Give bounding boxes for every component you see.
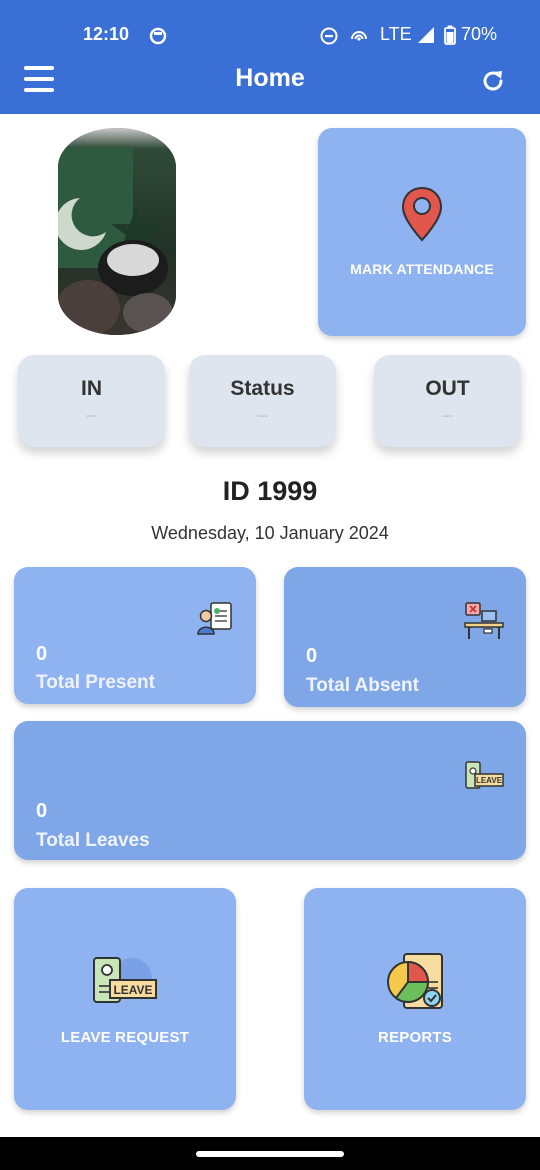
leave-request-button[interactable]: LEAVE LEAVE REQUEST: [14, 888, 236, 1110]
hotspot-icon: [351, 31, 367, 41]
total-leaves-card[interactable]: LEAVE 0 Total Leaves: [14, 721, 526, 860]
leave-request-icon: LEAVE: [93, 957, 157, 1003]
check-out-value: ---: [442, 410, 453, 422]
status-bar: 12:10 LTE 70%: [0, 0, 540, 54]
refresh-icon[interactable]: [480, 68, 506, 94]
absent-count: 0: [306, 645, 318, 667]
notification-icon: [149, 27, 167, 45]
check-in-title: IN: [81, 377, 102, 400]
reports-icon: [387, 953, 443, 1009]
signal-icon: [418, 27, 434, 43]
present-employee-icon: [197, 602, 232, 635]
current-date: Wednesday, 10 January 2024: [151, 523, 389, 543]
leaves-count: 0: [36, 800, 48, 822]
leave-request-label: LEAVE REQUEST: [60, 1029, 190, 1046]
app-bar: Home: [0, 54, 540, 114]
status-value: ---: [257, 410, 268, 422]
leaves-badge-icon: LEAVE: [465, 761, 504, 789]
check-out-title: OUT: [425, 377, 470, 400]
user-id: ID 1999: [222, 476, 318, 506]
battery-percent: 70%: [461, 24, 498, 44]
mark-attendance-label: MARK ATTENDANCE: [350, 261, 494, 277]
check-out-chip: OUT ---: [374, 355, 521, 447]
network-label: LTE: [380, 24, 412, 44]
svg-text:LEAVE: LEAVE: [476, 776, 503, 785]
system-nav-bar: [0, 1137, 540, 1170]
status-chip: Status ---: [189, 355, 336, 447]
absent-label: Total Absent: [306, 675, 419, 696]
absent-desk-icon: [464, 602, 504, 639]
reports-label: REPORTS: [378, 1029, 452, 1046]
check-in-chip: IN ---: [18, 355, 165, 447]
battery-icon: [444, 25, 456, 45]
page-title: Home: [235, 64, 305, 92]
present-label: Total Present: [36, 672, 155, 693]
present-count: 0: [36, 643, 48, 665]
total-absent-card[interactable]: 0 Total Absent: [284, 567, 526, 707]
location-pin-icon: [401, 186, 443, 242]
profile-photo: [58, 128, 176, 335]
svg-text:LEAVE: LEAVE: [113, 983, 152, 997]
leaves-label: Total Leaves: [36, 830, 150, 851]
dnd-icon: [320, 27, 338, 45]
mark-attendance-button[interactable]: MARK ATTENDANCE: [318, 128, 526, 336]
total-present-card[interactable]: 0 Total Present: [14, 567, 256, 704]
status-title: Status: [230, 377, 295, 400]
status-time: 12:10: [83, 24, 130, 44]
home-gesture-handle[interactable]: [196, 1151, 344, 1157]
check-in-value: ---: [86, 410, 97, 422]
reports-button[interactable]: REPORTS: [304, 888, 526, 1110]
